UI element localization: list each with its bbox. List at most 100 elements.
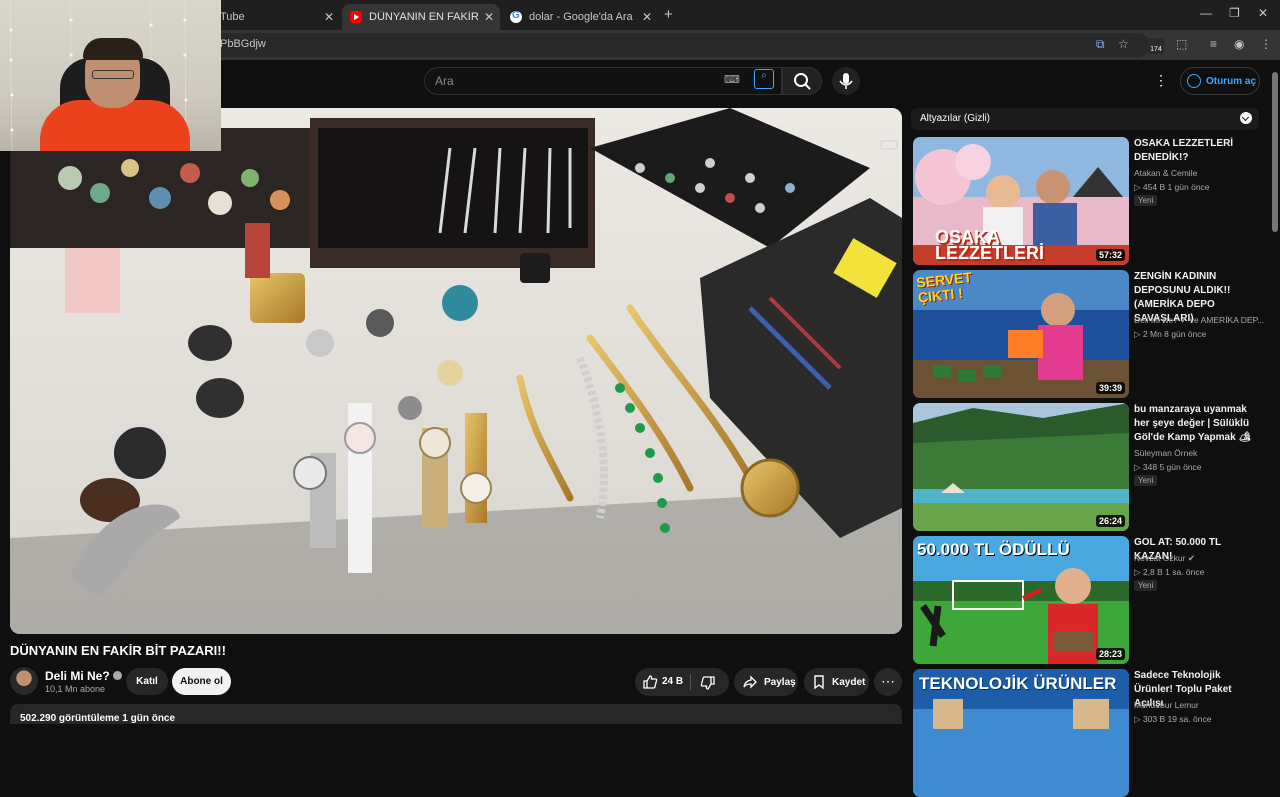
profile-icon[interactable]: ◉: [1234, 37, 1244, 51]
search-button[interactable]: [782, 67, 822, 95]
tab-title: DÜNYANIN EN FAKİR BİT P: [369, 11, 481, 23]
translate-icon[interactable]: ⧉: [1096, 37, 1105, 52]
thumbnail-overlay-text: TEKNOLOJİK ÜRÜNLER: [919, 674, 1117, 693]
tab-close-icon[interactable]: ✕: [642, 10, 652, 24]
new-badge: Yeni: [1134, 195, 1158, 206]
duration-badge: 57:32: [1095, 249, 1125, 261]
video-frame: [10, 108, 902, 634]
omnibox[interactable]: PbBGdjw: [150, 33, 1150, 57]
recommendation-item[interactable]: TEKNOLOJİK ÜRÜNLER Sadece Teknolojik Ürü…: [911, 669, 1261, 797]
recommendation-item[interactable]: 50.000 TL ÖDÜLLÜ 28:23 GOL AT: 50.000 TL…: [911, 536, 1261, 664]
recommendation-item[interactable]: SERVET ÇIKTI ! 39:39 ZENGİN KADININ DEPO…: [911, 270, 1264, 398]
save-button[interactable]: Kaydet: [804, 668, 869, 696]
more-vert-icon[interactable]: ⋮: [1154, 72, 1168, 89]
share-button[interactable]: Paylaş: [734, 668, 798, 696]
like-icon[interactable]: [642, 674, 658, 690]
verified-icon: [112, 671, 122, 680]
new-badge: Yeni: [1134, 580, 1158, 591]
recommendation-channel[interactable]: Süleyman Örnek: [1134, 448, 1197, 458]
like-dislike-group: 24 B: [635, 668, 729, 696]
keyboard-icon[interactable]: ⌨: [724, 73, 740, 86]
account-icon: [1187, 74, 1201, 88]
miniplayer-icon[interactable]: [880, 140, 898, 150]
like-separator: [690, 674, 691, 690]
voice-search-button[interactable]: [832, 67, 860, 95]
url-text: PbBGdjw: [220, 38, 266, 50]
save-label: Kaydet: [832, 676, 866, 688]
scrollbar-thumb[interactable]: [1272, 72, 1278, 232]
share-label: Paylaş: [764, 676, 796, 688]
recommendation-channel[interactable]: Nevzat Özkur ✔: [1134, 553, 1195, 564]
dislike-icon[interactable]: [700, 675, 716, 691]
minimize-icon[interactable]: —: [1200, 6, 1212, 20]
share-icon: [743, 675, 757, 689]
recommendation-channel[interactable]: Mendebur Lemur: [1134, 700, 1199, 710]
tab-title: Tube: [220, 11, 245, 23]
youtube-favicon-icon: [350, 11, 362, 23]
recommendation-stats: ▷ 2 Mn 8 gün önce: [1134, 329, 1207, 339]
extensions-icon[interactable]: ⬚: [1176, 37, 1187, 51]
star-icon[interactable]: ☆: [1118, 37, 1129, 51]
search-icon: [794, 73, 811, 90]
media-controls-icon[interactable]: ≡: [1210, 37, 1217, 51]
recommendation-item[interactable]: 26:24 bu manzaraya uyanmak her şeye değe…: [911, 403, 1261, 531]
webcam-overlay: [0, 0, 221, 151]
duration-badge: 26:24: [1095, 515, 1125, 527]
recommendation-item[interactable]: OSAKA LEZZETLERİ 57:32 OSAKA LEZZETLERİ …: [911, 137, 1261, 265]
google-favicon-icon: [510, 10, 522, 23]
more-horiz-icon: ⋯: [881, 673, 895, 689]
chevron-down-icon[interactable]: [1240, 112, 1252, 124]
chrome-menu-icon[interactable]: ⋮: [1260, 37, 1272, 51]
subscriber-count: 10,1 Mn abone: [45, 684, 106, 694]
recommendation-thumbnail[interactable]: TEKNOLOJİK ÜRÜNLER: [913, 669, 1129, 797]
more-actions-button[interactable]: ⋯: [874, 668, 902, 696]
recommendation-stats: ▷ 348 5 gün önce: [1134, 462, 1202, 472]
recommendation-title[interactable]: bu manzaraya uyanmak her şeye değer | Sü…: [1134, 403, 1258, 445]
page-scrollbar[interactable]: [1270, 60, 1280, 720]
recommendation-stats: ▷ 2,8 B 1 sa. önce: [1134, 567, 1205, 577]
recommendation-stats: ▷ 454 B 1 gün önce: [1134, 182, 1210, 192]
tab-close-icon[interactable]: ✕: [324, 10, 334, 24]
signin-label: Oturum aç: [1206, 75, 1257, 87]
browser-tab-google[interactable]: dolar - Google'da Ara ✕: [502, 4, 658, 30]
captions-panel-header[interactable]: Altyazılar (Gizli): [911, 108, 1259, 130]
recommendation-title[interactable]: OSAKA LEZZETLERİ DENEDİK!?: [1134, 137, 1258, 165]
video-title: DÜNYANIN EN FAKİR BİT PAZARI!!: [10, 643, 226, 658]
join-button[interactable]: Katıl: [126, 668, 168, 695]
thumbnail-overlay-text: OSAKA LEZZETLERİ: [935, 227, 1044, 263]
lens-icon[interactable]: ⌕: [754, 69, 774, 89]
recommendation-thumbnail[interactable]: 26:24: [913, 403, 1129, 531]
browser-tab-video[interactable]: DÜNYANIN EN FAKİR BİT P ✕: [342, 4, 500, 30]
thumbnail-overlay-text: 50.000 TL ÖDÜLLÜ: [917, 540, 1070, 559]
tab-close-icon[interactable]: ✕: [484, 10, 494, 24]
new-tab-icon[interactable]: +: [664, 6, 673, 23]
new-badge: Yeni: [1134, 475, 1158, 486]
recommendation-channel[interactable]: Deli Mi Ne? ✔ ve AMERİKA DEP...: [1134, 315, 1264, 326]
captions-panel-title: Altyazılar (Gizli): [920, 113, 991, 124]
recommendation-thumbnail[interactable]: SERVET ÇIKTI ! 39:39: [913, 270, 1129, 398]
video-player[interactable]: [10, 108, 902, 634]
search-placeholder: Ara: [435, 74, 454, 88]
signin-button[interactable]: Oturum aç: [1180, 67, 1260, 95]
subscribe-button[interactable]: Abone ol: [172, 668, 231, 695]
channel-name-row[interactable]: Deli Mi Ne?: [45, 669, 122, 683]
streamer-hair: [83, 38, 143, 60]
recommendation-thumbnail[interactable]: OSAKA LEZZETLERİ 57:32: [913, 137, 1129, 265]
tab-title: dolar - Google'da Ara: [529, 11, 633, 23]
channel-name[interactable]: Deli Mi Ne?: [45, 669, 110, 683]
save-icon: [814, 675, 824, 690]
mic-icon: [839, 73, 853, 89]
description-box[interactable]: 502.290 görüntüleme 1 gün önce: [10, 704, 902, 724]
recommendation-channel[interactable]: Atakan & Cemile: [1134, 168, 1197, 178]
extension-badge[interactable]: 174: [1148, 38, 1164, 54]
close-window-icon[interactable]: ✕: [1258, 6, 1268, 20]
thumbnail-image: [913, 403, 1129, 531]
like-count[interactable]: 24 B: [662, 676, 683, 687]
glasses: [92, 70, 134, 79]
browser-tab-youtube[interactable]: Tube ✕: [212, 4, 340, 30]
recommendation-thumbnail[interactable]: 50.000 TL ÖDÜLLÜ 28:23: [913, 536, 1129, 664]
views-and-date: 502.290 görüntüleme 1 gün önce: [20, 713, 176, 724]
channel-avatar[interactable]: [10, 667, 38, 695]
maximize-icon[interactable]: ❐: [1229, 6, 1240, 20]
duration-badge: 28:23: [1095, 648, 1125, 660]
